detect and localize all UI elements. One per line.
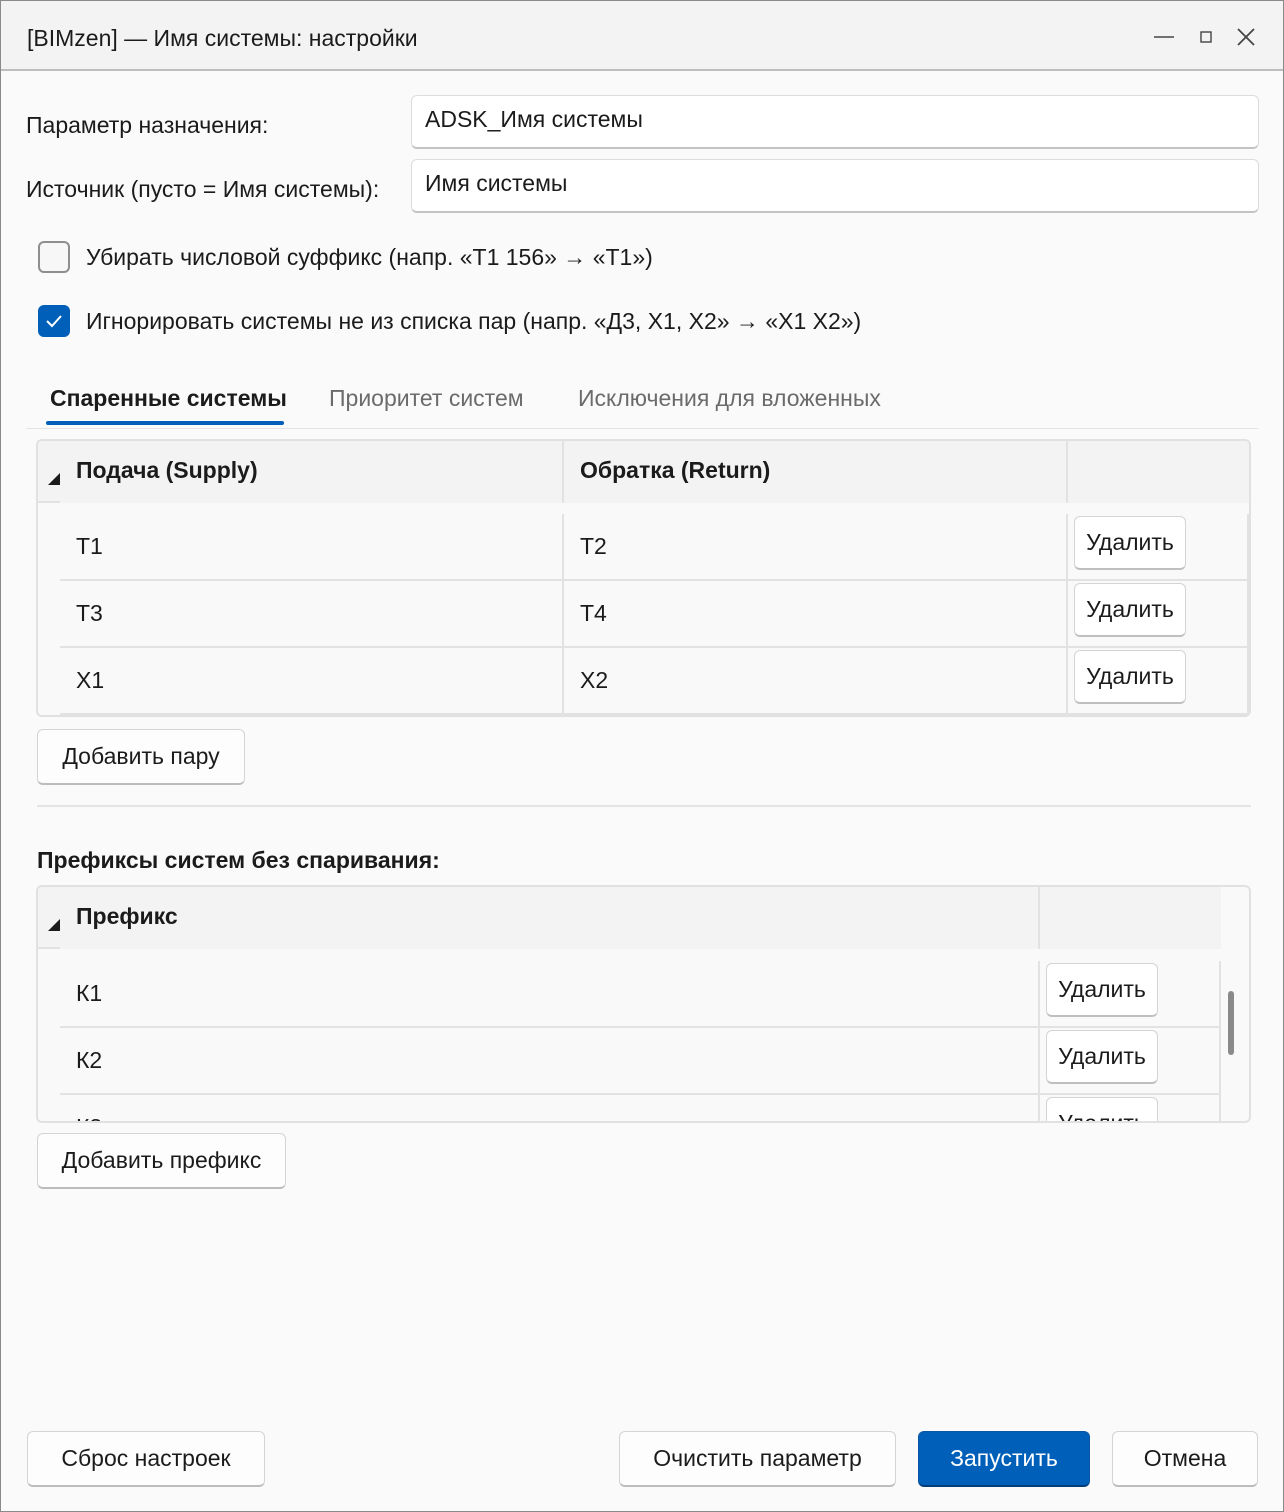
tab-strip: Спаренные системы Приоритет систем Исклю… [26,373,1258,429]
tab-system-priority[interactable]: Приоритет систем [329,385,524,412]
return-cell[interactable]: Х2 [564,648,1068,713]
settings-window: [BIMzen] — Имя системы: настройки Параме… [0,0,1284,1512]
close-button[interactable] [1224,15,1268,59]
target-parameter-input[interactable]: ADSK_Имя системы [411,95,1259,149]
ignore-unpaired-label: Игнорировать системы не из списка пар (н… [86,307,862,334]
action-cell: Удалить [1040,1095,1221,1121]
prefix-cell[interactable]: К2 [60,1028,1040,1093]
action-cell: Удалить [1068,514,1249,579]
delete-prefix-button[interactable]: Удалить [1046,1030,1158,1084]
window-title: [BIMzen] — Имя системы: настройки [27,25,418,51]
table-row[interactable]: Т3 Т4 Удалить [60,581,1249,648]
clear-parameter-button[interactable]: Очистить параметр [619,1431,896,1487]
column-header-actions [1068,441,1249,503]
strip-suffix-option[interactable]: Убирать числовой суффикс (напр. «Т1 156»… [38,241,653,273]
ignore-unpaired-option[interactable]: Игнорировать системы не из списка пар (н… [38,305,861,337]
minimize-button[interactable] [1142,15,1186,59]
ignore-unpaired-checkbox[interactable] [38,305,70,337]
reset-settings-button[interactable]: Сброс настроек [27,1431,265,1487]
delete-pair-button[interactable]: Удалить [1074,583,1186,637]
run-button[interactable]: Запустить [918,1431,1090,1487]
add-pair-button[interactable]: Добавить пару [37,729,245,785]
target-parameter-label: Параметр назначения: [26,112,269,138]
prefixes-grid: Префикс К1 Удалить К2 Удалить К3 Удалить [36,885,1251,1123]
vertical-scrollbar-thumb[interactable] [1228,991,1234,1055]
sort-indicator-icon [48,473,60,485]
add-prefix-button[interactable]: Добавить префикс [37,1133,286,1189]
dialog-content: Параметр назначения: ADSK_Имя системы Ис… [4,73,1280,1509]
table-row[interactable]: Х1 Х2 Удалить [60,648,1249,715]
supply-cell[interactable]: Т1 [60,514,564,579]
prefix-cell[interactable]: К3 [60,1095,1040,1121]
column-header-return[interactable]: Обратка (Return) [564,441,1068,503]
column-header-supply[interactable]: Подача (Supply) [60,441,564,503]
action-cell: Удалить [1040,961,1221,1026]
minimize-icon [1154,36,1174,38]
tab-paired-systems[interactable]: Спаренные системы [50,385,287,412]
cancel-button[interactable]: Отмена [1112,1431,1258,1487]
source-parameter-input[interactable]: Имя системы [411,159,1259,213]
supply-cell[interactable]: Т3 [60,581,564,646]
pairs-grid: Подача (Supply) Обратка (Return) Т1 Т2 У… [36,439,1251,717]
action-cell: Удалить [1068,581,1249,646]
return-cell[interactable]: Т4 [564,581,1068,646]
table-row[interactable]: К1 Удалить [60,961,1221,1028]
maximize-icon [1200,31,1212,43]
column-header-prefix[interactable]: Префикс [60,887,1040,949]
close-icon [1237,28,1255,46]
prefix-cell[interactable]: К1 [60,961,1040,1026]
delete-prefix-button[interactable]: Удалить [1046,1097,1158,1121]
section-divider [37,805,1251,807]
maximize-button[interactable] [1184,15,1228,59]
tab-nested-exclusions[interactable]: Исключения для вложенных [578,385,881,412]
active-tab-indicator [46,421,284,425]
supply-cell[interactable]: Х1 [60,648,564,713]
delete-prefix-button[interactable]: Удалить [1046,963,1158,1017]
title-bar[interactable]: [BIMzen] — Имя системы: настройки [1,1,1283,71]
delete-pair-button[interactable]: Удалить [1074,650,1186,704]
prefixes-section-title: Префиксы систем без спаривания: [37,847,440,873]
source-parameter-label: Источник (пусто = Имя системы): [26,176,380,202]
return-cell[interactable]: Т2 [564,514,1068,579]
pairs-grid-header: Подача (Supply) Обратка (Return) [38,441,1249,503]
prefixes-grid-header: Префикс [38,887,1221,949]
action-cell: Удалить [1040,1028,1221,1093]
strip-suffix-label: Убирать числовой суффикс (напр. «Т1 156»… [86,243,653,270]
sort-indicator-icon [48,919,60,931]
strip-suffix-checkbox[interactable] [38,241,70,273]
checkmark-icon [46,315,62,328]
action-cell: Удалить [1068,648,1249,713]
delete-pair-button[interactable]: Удалить [1074,516,1186,570]
column-header-actions [1040,887,1221,949]
table-row[interactable]: К2 Удалить [60,1028,1221,1095]
table-row[interactable]: Т1 Т2 Удалить [60,514,1249,581]
table-row[interactable]: К3 Удалить [60,1095,1221,1121]
